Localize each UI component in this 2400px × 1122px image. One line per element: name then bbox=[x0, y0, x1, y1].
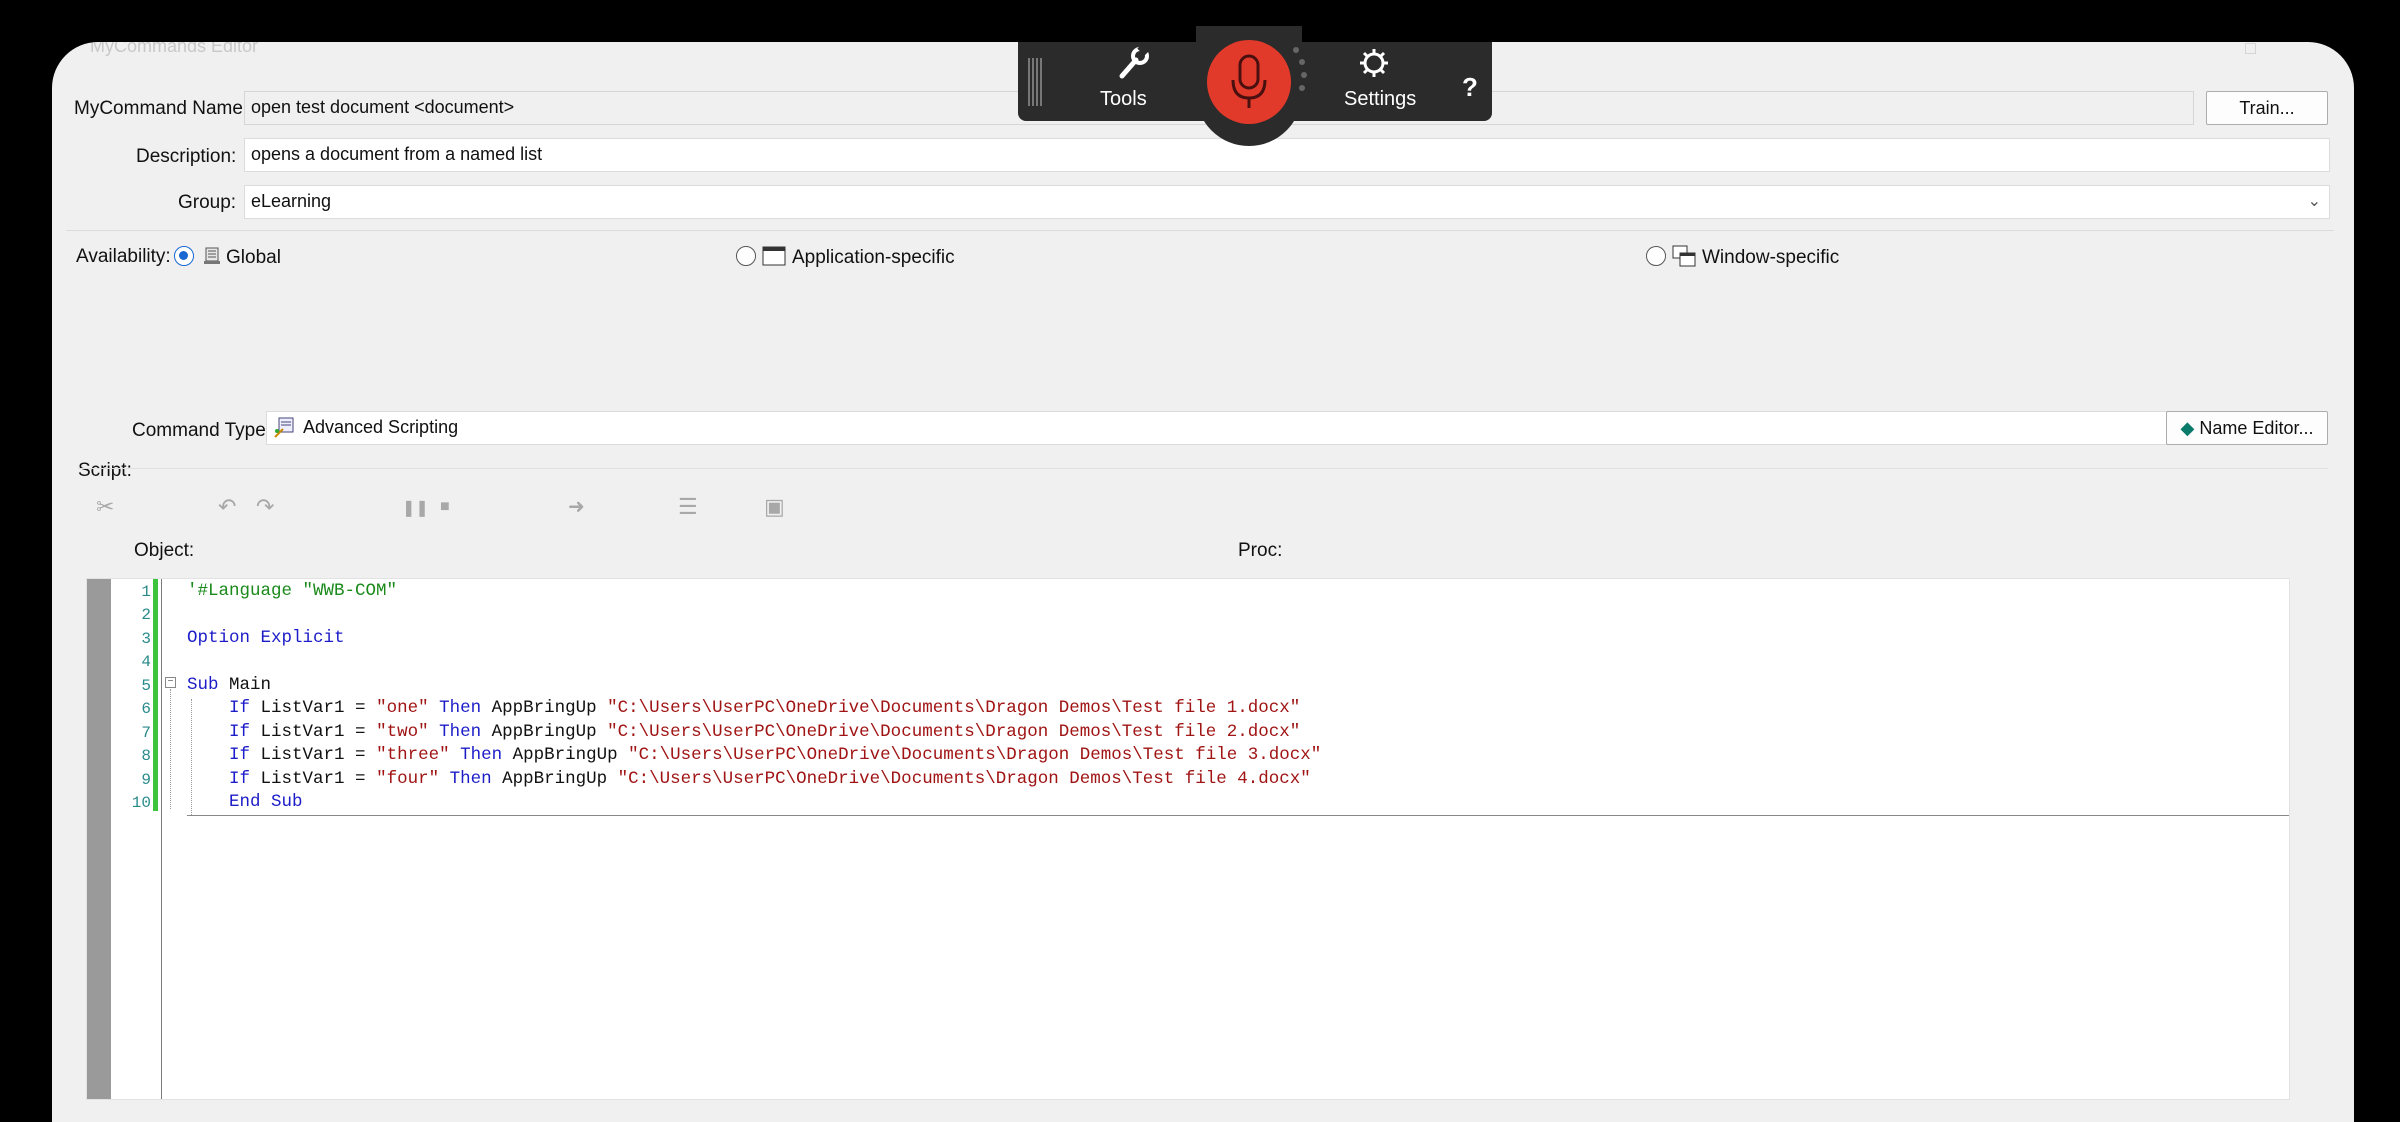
object-label: Object: bbox=[134, 540, 195, 561]
description-input[interactable]: opens a document from a named list bbox=[244, 138, 2330, 172]
line-number: 9 bbox=[141, 771, 151, 789]
mycommand-name-label: MyCommand Name: bbox=[74, 98, 249, 119]
availability-global-radio[interactable] bbox=[174, 246, 194, 266]
window-maximize-button[interactable]: □ bbox=[2245, 42, 2256, 59]
line-number: 2 bbox=[141, 606, 151, 624]
group-value: eLearning bbox=[251, 191, 332, 211]
availability-application-radio[interactable] bbox=[736, 246, 756, 266]
command-type-select[interactable]: Advanced Scripting ⌄ bbox=[266, 411, 2206, 445]
volume-level-indicator bbox=[1290, 44, 1310, 104]
line-number: 7 bbox=[141, 724, 151, 742]
chevron-down-icon: ⌄ bbox=[2307, 193, 2321, 210]
line-number: 1 bbox=[141, 583, 151, 601]
tools-label[interactable]: Tools bbox=[1100, 88, 1147, 111]
code-line: '#Language "WWB-COM" bbox=[187, 581, 398, 601]
script-editor[interactable]: 1 2 3 4 5 6 7 8 9 10 − '#Language "WWB-C… bbox=[86, 578, 2290, 1100]
name-editor-button[interactable]: ◆ Name Editor... bbox=[2166, 411, 2328, 445]
train-button[interactable]: Train... bbox=[2206, 91, 2328, 125]
code-line: If ListVar1 = "one" Then AppBringUp "C:\… bbox=[229, 698, 1301, 718]
line-number: 3 bbox=[141, 630, 151, 648]
name-editor-label: Name Editor... bbox=[2199, 418, 2314, 438]
code-line: Sub Main bbox=[187, 675, 272, 695]
global-icon bbox=[202, 246, 222, 266]
comment-icon[interactable]: ☰ bbox=[678, 494, 698, 520]
settings-label[interactable]: Settings bbox=[1344, 88, 1416, 111]
availability-label: Availability: bbox=[76, 246, 171, 267]
tag-icon: ◆ bbox=[2180, 418, 2195, 438]
wrench-icon[interactable] bbox=[1100, 43, 1160, 79]
availability-application-label: Application-specific bbox=[792, 247, 955, 268]
microphone-icon bbox=[1231, 54, 1267, 108]
line-number: 5 bbox=[141, 677, 151, 695]
dialog-icon[interactable]: ▣ bbox=[764, 494, 785, 520]
redo-icon[interactable]: ↷ bbox=[256, 494, 274, 520]
code-line: If ListVar1 = "four" Then AppBringUp "C:… bbox=[229, 769, 1311, 789]
gear-icon[interactable] bbox=[1354, 46, 1394, 80]
proc-label: Proc: bbox=[1238, 540, 1283, 561]
changed-lines-indicator bbox=[153, 579, 158, 811]
group-select[interactable]: eLearning ⌄ bbox=[244, 185, 2330, 219]
mycommands-editor-window: MyCommands Editor □ MyCommand Name: open… bbox=[52, 42, 2354, 1122]
code-line: If ListVar1 = "three" Then AppBringUp "C… bbox=[229, 745, 1322, 765]
group-label: Group: bbox=[178, 192, 237, 213]
line-number: 8 bbox=[141, 747, 151, 765]
microphone-button[interactable] bbox=[1207, 40, 1291, 124]
step-icon[interactable]: ➜ bbox=[568, 494, 585, 519]
command-type-label: Command Type: bbox=[132, 420, 272, 441]
breakpoint-gutter[interactable] bbox=[87, 579, 111, 1099]
window-specific-icon bbox=[1672, 245, 1696, 267]
application-icon bbox=[762, 245, 786, 267]
collapse-icon[interactable]: − bbox=[165, 677, 176, 688]
advanced-scripting-icon bbox=[273, 417, 295, 439]
pause-icon[interactable]: ❚❚ bbox=[402, 498, 429, 518]
line-number: 4 bbox=[141, 653, 151, 671]
drag-handle[interactable] bbox=[1028, 58, 1042, 106]
code-line: Option Explicit bbox=[187, 628, 345, 648]
availability-global-label: Global bbox=[226, 247, 281, 268]
availability-window-label: Window-specific bbox=[1702, 247, 1840, 268]
code-line: End Sub bbox=[187, 792, 303, 812]
stop-icon[interactable]: ■ bbox=[440, 498, 450, 516]
window-title: MyCommands Editor bbox=[90, 42, 259, 56]
undo-icon[interactable]: ↶ bbox=[218, 494, 236, 520]
line-number: 10 bbox=[131, 794, 151, 812]
line-number: 6 bbox=[141, 700, 151, 718]
command-type-value: Advanced Scripting bbox=[303, 417, 459, 437]
code-line: If ListVar1 = "two" Then AppBringUp "C:\… bbox=[229, 722, 1301, 742]
cut-icon[interactable]: ✂ bbox=[96, 494, 114, 520]
help-icon[interactable]: ? bbox=[1462, 72, 1478, 103]
availability-window-radio[interactable] bbox=[1646, 246, 1666, 266]
description-label: Description: bbox=[136, 146, 237, 167]
